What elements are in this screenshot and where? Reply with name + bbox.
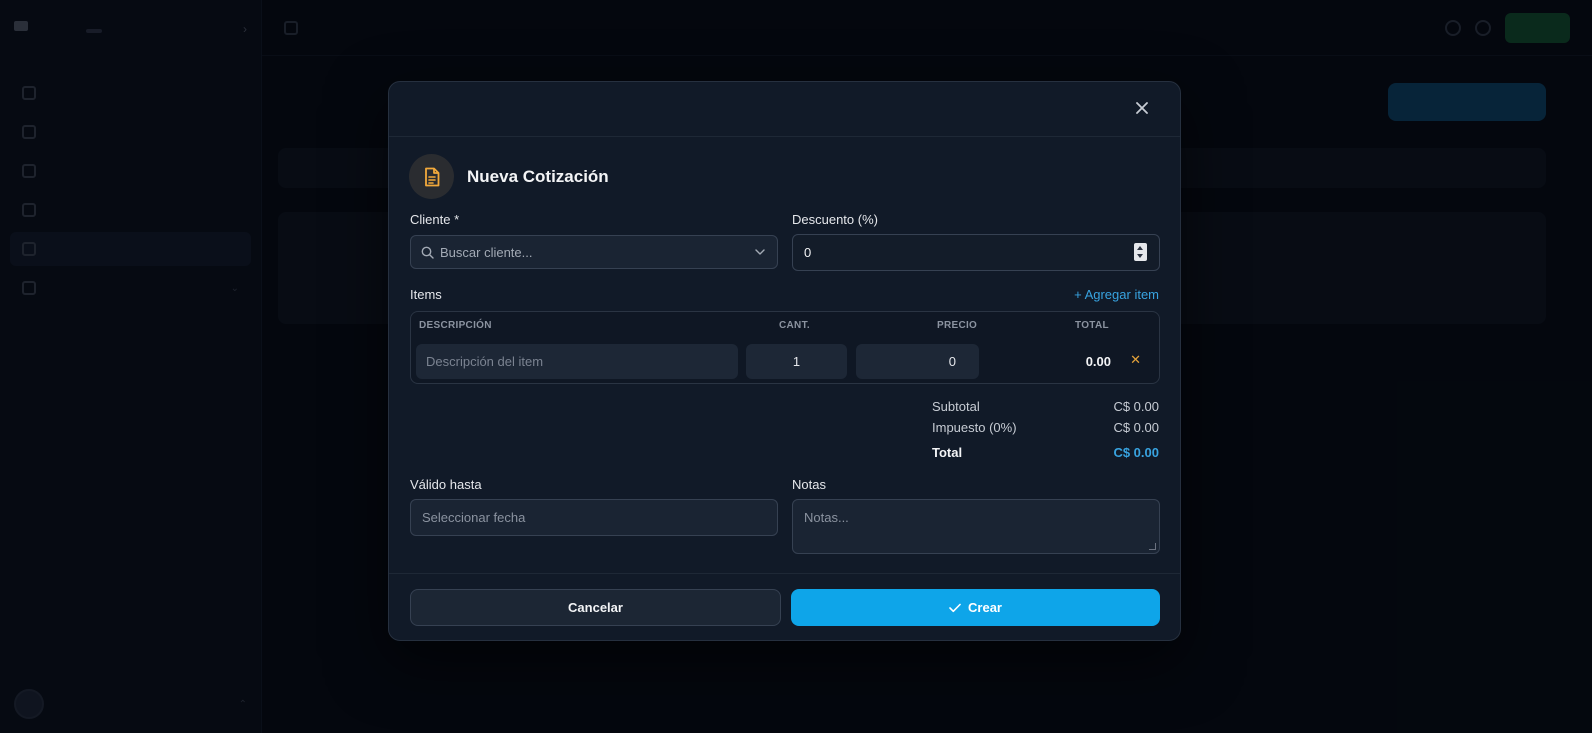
- dialog-title-row: Nueva Cotización: [409, 154, 609, 199]
- tax-label: Impuesto (0%): [932, 420, 1017, 435]
- items-table-header: DESCRIPCIÓN CANT. PRECIO TOTAL: [411, 312, 1159, 340]
- item-quantity-input[interactable]: 1: [746, 344, 847, 379]
- discount-label: Descuento (%): [792, 212, 878, 227]
- document-icon: [409, 154, 454, 199]
- check-icon: [949, 603, 961, 612]
- add-item-link[interactable]: + Agregar item: [1074, 287, 1159, 302]
- items-label: Items: [410, 287, 442, 302]
- new-quote-dialog: Nueva Cotización Cliente * Buscar client…: [388, 81, 1181, 641]
- client-placeholder: Buscar cliente...: [440, 244, 533, 260]
- discount-value: 0: [804, 245, 812, 260]
- discount-input[interactable]: 0: [792, 234, 1160, 271]
- create-button-label: Crear: [968, 600, 1002, 615]
- notes-label: Notas: [792, 477, 826, 492]
- tax-value: C$ 0.00: [1113, 420, 1159, 435]
- item-price-value: 0: [948, 354, 956, 369]
- item-description-placeholder: Descripción del item: [426, 354, 544, 369]
- client-select[interactable]: Buscar cliente...: [410, 235, 778, 269]
- total-label: Total: [932, 445, 963, 460]
- resize-handle[interactable]: [1149, 543, 1156, 550]
- items-table: DESCRIPCIÓN CANT. PRECIO TOTAL Descripci…: [410, 311, 1160, 384]
- subtotal-value: C$ 0.00: [1113, 399, 1159, 414]
- item-total: 0.00: [1085, 354, 1111, 369]
- dialog-title: Nueva Cotización: [467, 166, 609, 186]
- number-spinner[interactable]: [1134, 243, 1147, 261]
- cancel-button[interactable]: Cancelar: [410, 589, 781, 626]
- item-quantity-value: 1: [792, 354, 801, 369]
- delete-x-icon[interactable]: ✕: [1130, 352, 1141, 368]
- item-description-input[interactable]: Descripción del item: [416, 344, 738, 379]
- cancel-button-label: Cancelar: [568, 600, 623, 615]
- dialog-header: [389, 82, 1180, 137]
- item-price-input[interactable]: 0: [856, 344, 979, 379]
- create-button[interactable]: Crear: [791, 589, 1160, 626]
- column-quantity: CANT.: [779, 320, 810, 331]
- search-icon: [421, 246, 434, 259]
- valid-until-placeholder: Seleccionar fecha: [422, 510, 526, 525]
- column-description: DESCRIPCIÓN: [419, 320, 492, 331]
- notes-placeholder: Notas...: [804, 510, 849, 525]
- column-total: TOTAL: [1075, 320, 1109, 331]
- valid-until-date-input[interactable]: Seleccionar fecha: [410, 499, 778, 536]
- column-price: PRECIO: [937, 320, 978, 331]
- chevron-down-icon: [755, 249, 765, 255]
- dialog-footer-divider: [389, 573, 1180, 574]
- notes-textarea[interactable]: Notas...: [792, 499, 1160, 554]
- total-value: C$ 0.00: [1113, 445, 1159, 460]
- client-label: Cliente *: [410, 212, 460, 227]
- subtotal-label: Subtotal: [932, 399, 980, 414]
- close-icon[interactable]: [1132, 99, 1152, 119]
- valid-until-label: Válido hasta: [410, 477, 482, 492]
